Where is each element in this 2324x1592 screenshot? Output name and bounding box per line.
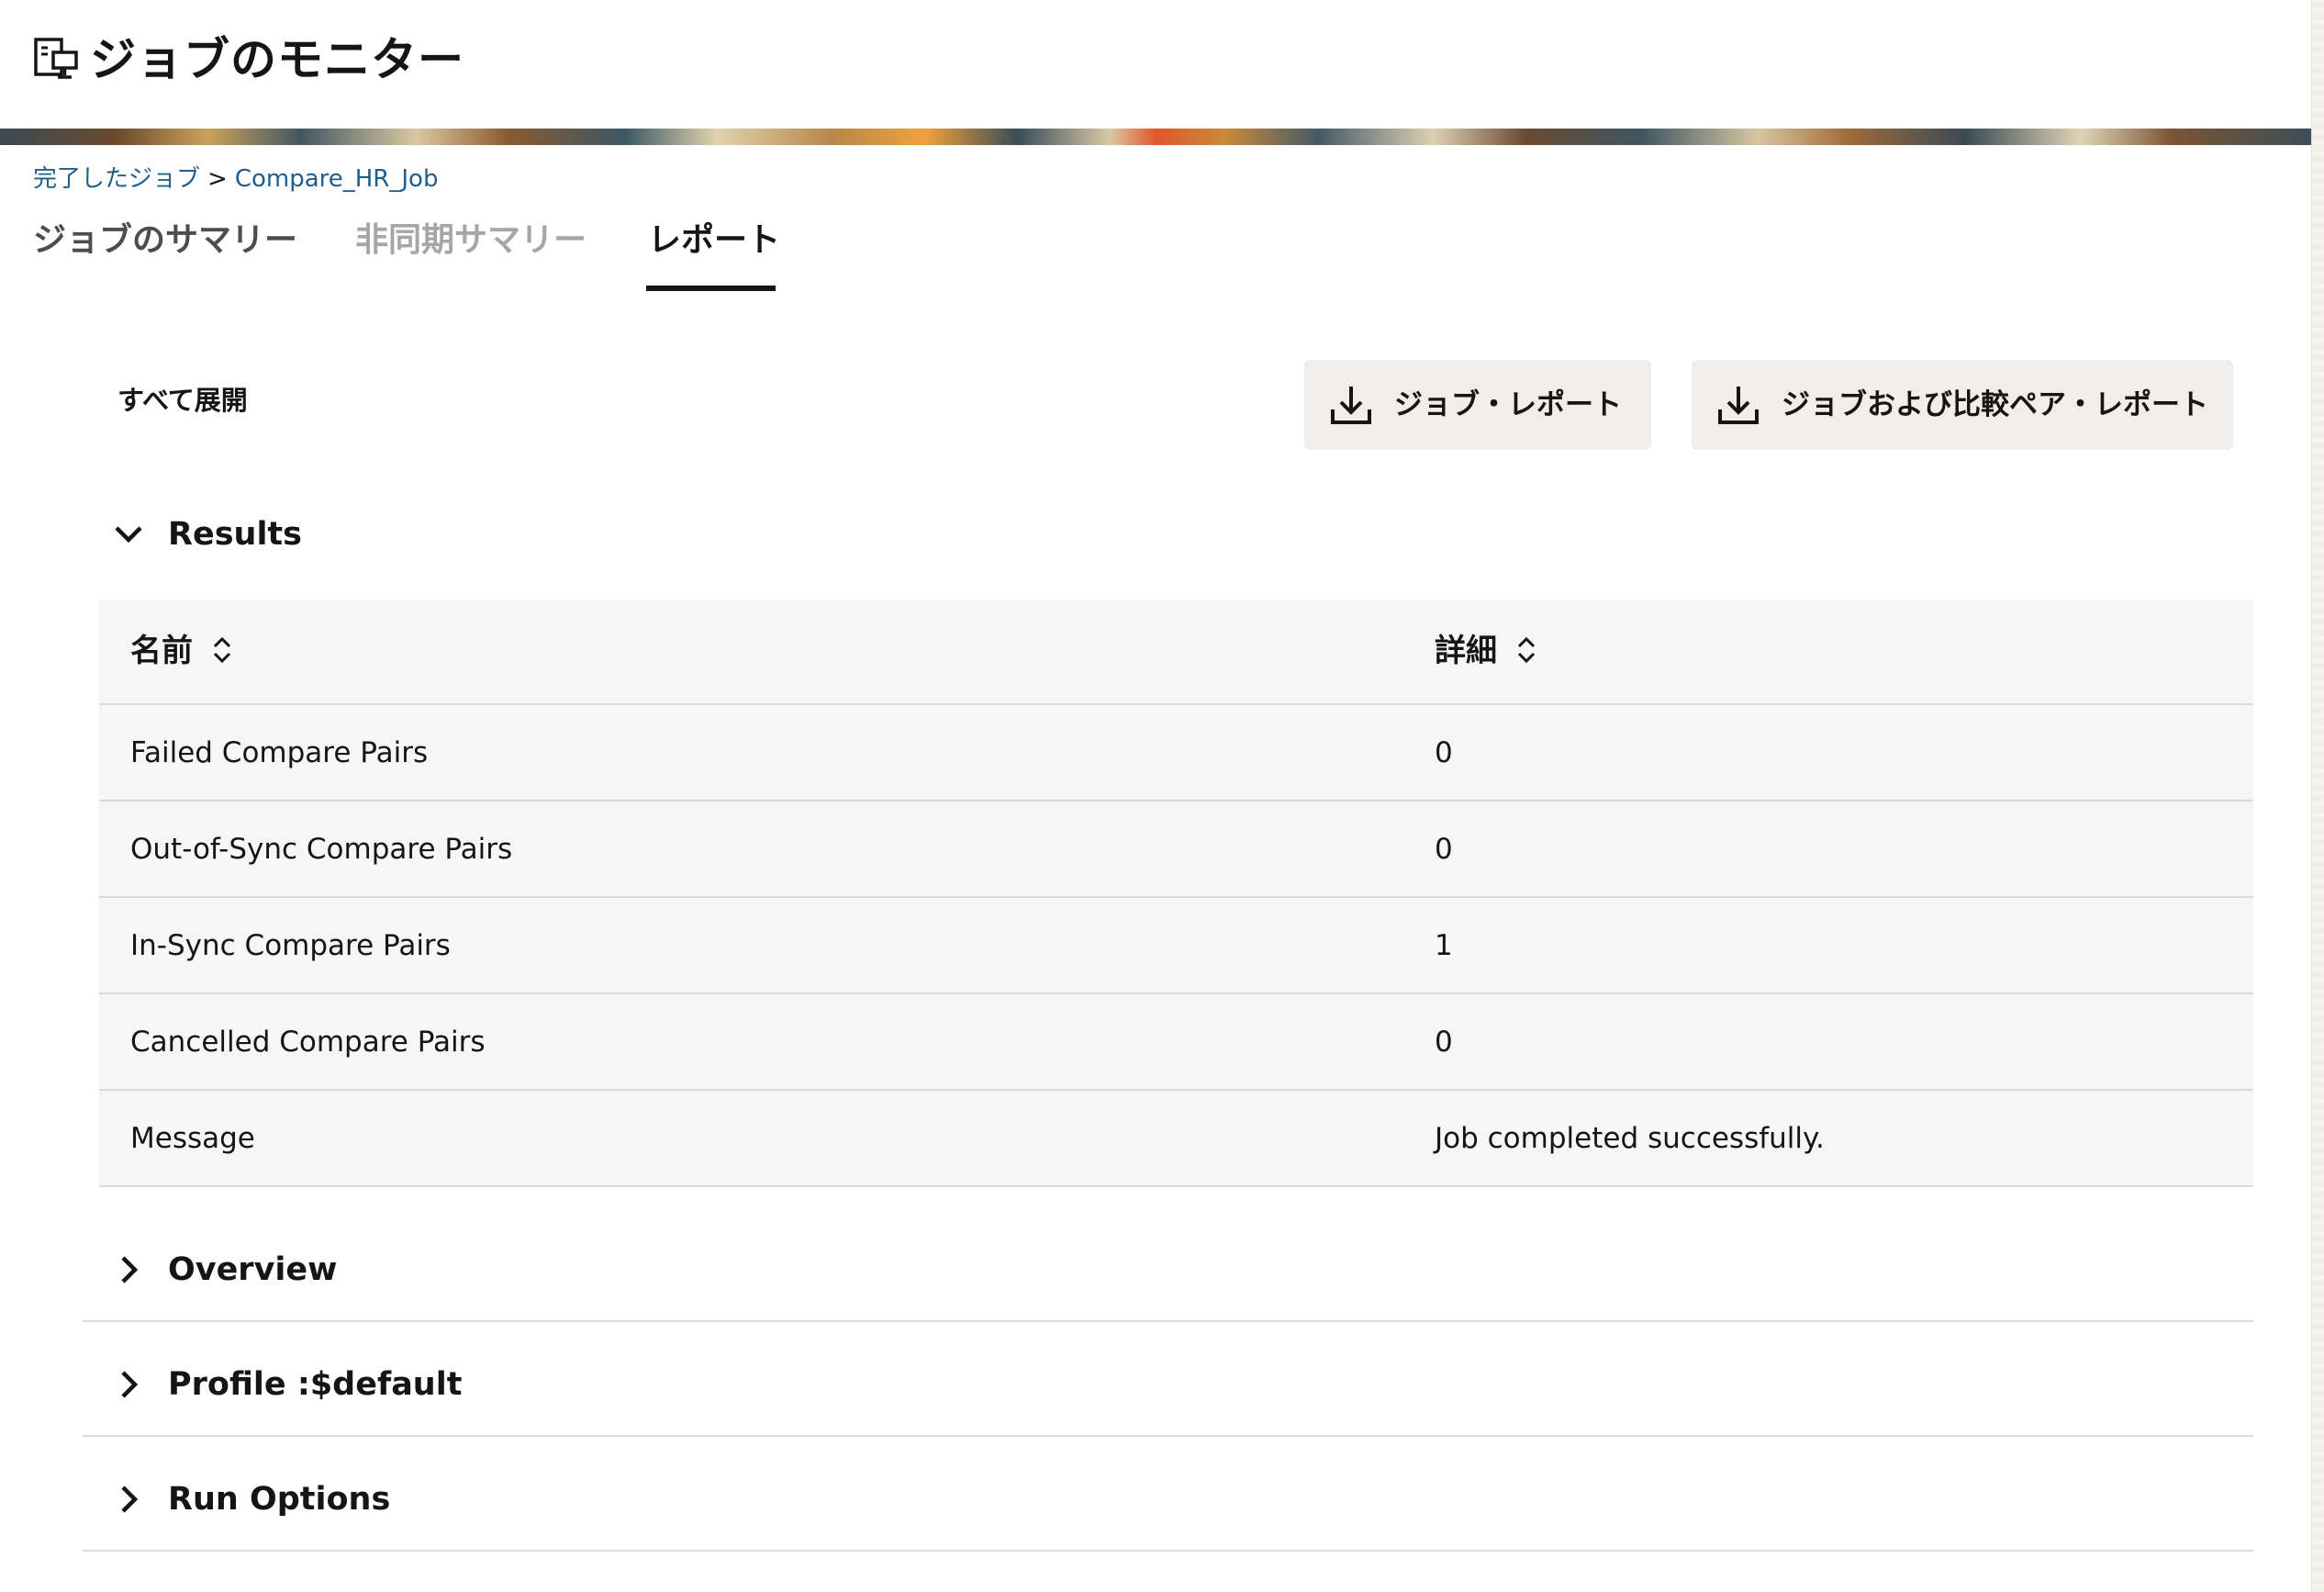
tab-report[interactable]: レポート: [648, 217, 780, 264]
column-header-name-label: 名前: [130, 633, 193, 669]
sort-icon[interactable]: [209, 633, 235, 667]
section-overview-header[interactable]: Overview: [101, 1233, 2253, 1306]
job-monitor-icon: [33, 37, 81, 83]
download-icon: [1328, 382, 1374, 428]
column-header-detail-label: 詳細: [1435, 633, 1497, 669]
chevron-right-icon: [112, 1368, 145, 1401]
download-job-and-pairs-report-button[interactable]: ジョブおよび比較ペア・レポート: [1692, 360, 2233, 450]
download-job-report-button[interactable]: ジョブ・レポート: [1304, 360, 1651, 450]
table-row: Cancelled Compare Pairs 0: [99, 994, 2253, 1091]
column-header-name[interactable]: 名前: [130, 631, 235, 671]
column-header-detail[interactable]: 詳細: [1435, 631, 1539, 671]
section-run-options-title: Run Options: [168, 1481, 391, 1518]
download-job-and-pairs-report-label: ジョブおよび比較ペア・レポート: [1782, 388, 2208, 421]
cell-detail: Job completed successfully.: [1435, 1122, 1825, 1155]
cell-name: Failed Compare Pairs: [130, 736, 429, 769]
breadcrumb-completed-jobs-link[interactable]: 完了したジョブ: [33, 165, 200, 193]
breadcrumb: 完了したジョブ > Compare_HR_Job: [33, 163, 438, 195]
table-row: Out-of-Sync Compare Pairs 0: [99, 802, 2253, 898]
page-header: ジョブのモニター: [0, 0, 2312, 129]
decorative-banner: [0, 129, 2312, 145]
selected-tab-indicator: [646, 286, 776, 291]
cell-detail: 1: [1435, 929, 1453, 962]
section-divider: [83, 1550, 2253, 1552]
cell-detail: 0: [1435, 736, 1453, 769]
section-overview-title: Overview: [168, 1251, 338, 1288]
results-table: 名前 詳細 Failed Compare Pairs 0 Out-of-Sync…: [99, 600, 2253, 1187]
section-results-title: Results: [168, 516, 302, 553]
page-title: ジョブのモニター: [90, 33, 464, 86]
breadcrumb-separator: >: [207, 165, 228, 193]
cell-name: Message: [130, 1122, 255, 1155]
table-row: Message Job completed successfully.: [99, 1091, 2253, 1187]
cell-detail: 0: [1435, 833, 1453, 866]
job-monitor-page: ジョブのモニター 完了したジョブ > Compare_HR_Job ジョブのサマリー…: [0, 0, 2324, 1592]
section-profile-header[interactable]: Profile :$default: [101, 1348, 2253, 1421]
chevron-down-icon: [112, 518, 145, 551]
section-divider: [83, 1435, 2253, 1437]
sort-icon[interactable]: [1514, 633, 1539, 667]
table-header-row: 名前 詳細: [99, 600, 2253, 705]
chevron-right-icon: [112, 1253, 145, 1286]
cell-name: Cancelled Compare Pairs: [130, 1026, 486, 1059]
table-row: Failed Compare Pairs 0: [99, 705, 2253, 802]
section-results-header[interactable]: Results: [101, 498, 2253, 571]
expand-all-button[interactable]: すべて展開: [117, 382, 248, 419]
cell-detail: 0: [1435, 1026, 1453, 1059]
section-profile-title: Profile :$default: [168, 1366, 463, 1403]
section-divider: [83, 1320, 2253, 1322]
tab-async-summary[interactable]: 非同期サマリー: [355, 217, 587, 264]
download-job-report-label: ジョブ・レポート: [1394, 388, 1622, 421]
chevron-right-icon: [112, 1483, 145, 1516]
download-icon: [1715, 382, 1761, 428]
section-run-options-header[interactable]: Run Options: [101, 1463, 2253, 1536]
tab-job-summary[interactable]: ジョブのサマリー: [33, 217, 297, 264]
breadcrumb-current-job[interactable]: Compare_HR_Job: [235, 165, 439, 193]
cell-name: Out-of-Sync Compare Pairs: [130, 833, 513, 866]
cell-name: In-Sync Compare Pairs: [130, 929, 451, 962]
table-row: In-Sync Compare Pairs 1: [99, 898, 2253, 994]
window-edge-decoration: [2311, 0, 2324, 1592]
